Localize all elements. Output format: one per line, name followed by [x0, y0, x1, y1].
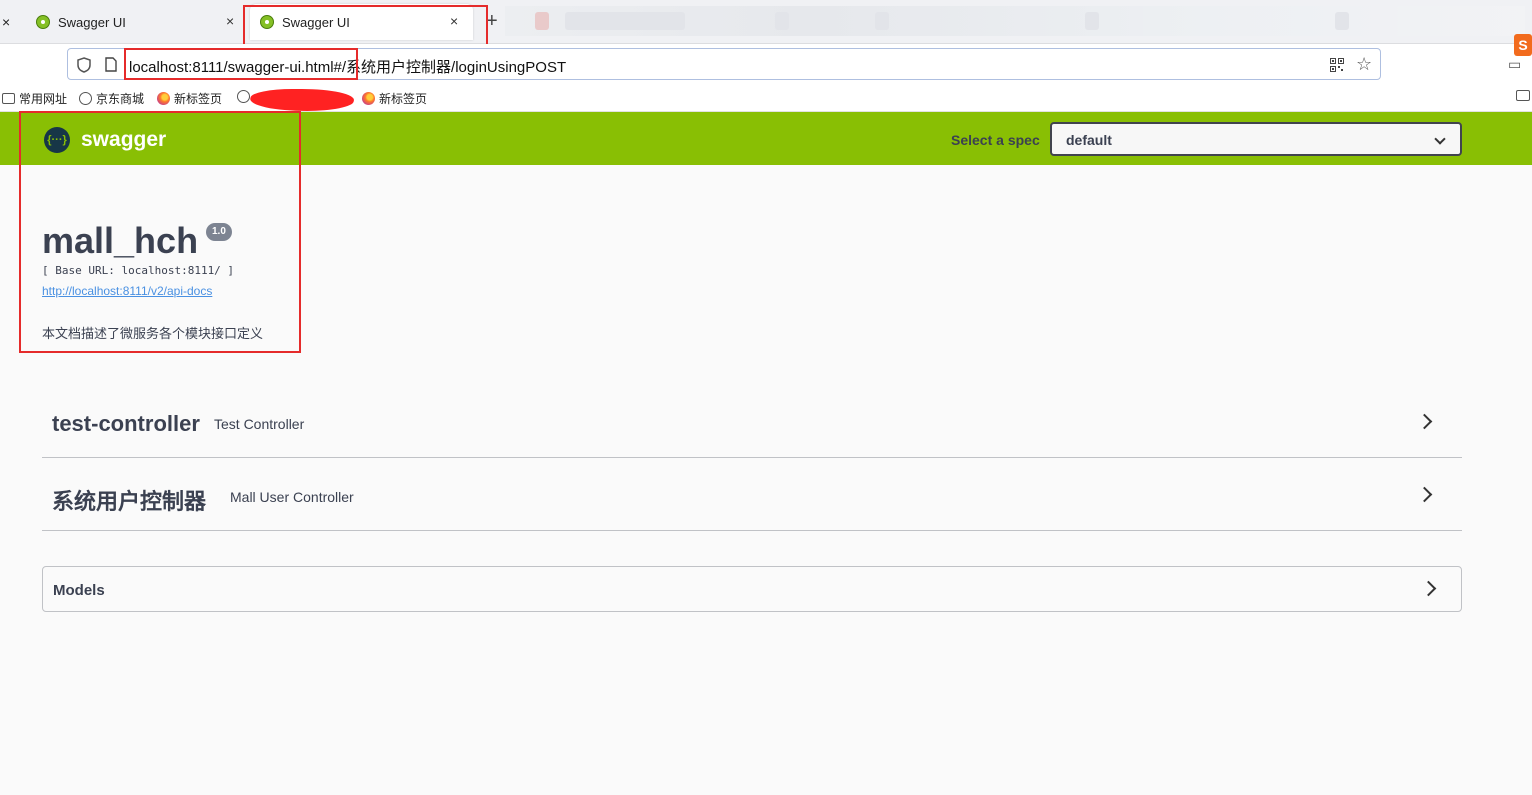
close-icon[interactable]: ×	[226, 13, 234, 29]
tab-swagger-1[interactable]: Swagger UI ×	[28, 4, 243, 40]
chevron-right-icon[interactable]	[1420, 580, 1437, 597]
swagger-favicon-icon	[36, 15, 50, 29]
models-label: Models	[53, 582, 105, 599]
bookmarks-bar: 常用网址 京东商城 新标签页 新标签页	[0, 84, 1532, 112]
bookmark-label: 新标签页	[174, 92, 223, 106]
tab-close-partial[interactable]: ×	[2, 4, 14, 40]
address-bar[interactable]: localhost:8111/swagger-ui.html#/系统用户控制器/…	[67, 48, 1381, 80]
tag-description: Mall User Controller	[230, 489, 354, 505]
url-text[interactable]: localhost:8111/swagger-ui.html#/系统用户控制器/…	[129, 56, 566, 77]
chevron-down-icon	[1434, 133, 1446, 145]
version-badge: 1.0	[206, 223, 232, 241]
firefox-icon	[157, 92, 170, 105]
tag-name: test-controller	[52, 411, 200, 436]
qr-code-icon[interactable]	[1330, 58, 1344, 72]
bookmark-item[interactable]: 新标签页	[157, 90, 222, 107]
tag-name: 系统用户控制器	[52, 489, 207, 514]
shield-icon[interactable]	[77, 57, 91, 73]
tab-title: Swagger UI	[282, 14, 350, 30]
base-url: [ Base URL: localhost:8111/ ]	[42, 264, 235, 277]
tag-description: Test Controller	[214, 416, 305, 432]
close-icon[interactable]: ×	[450, 13, 458, 29]
browser-tab-bar: × Swagger UI × Swagger UI × +	[0, 0, 1532, 44]
globe-icon	[237, 90, 250, 103]
chevron-right-icon[interactable]	[1416, 413, 1433, 430]
chevron-right-icon[interactable]	[1416, 486, 1433, 503]
spec-select-value: default	[1066, 132, 1112, 148]
tag-section-mall-user-controller[interactable]: 系统用户控制器 Mall User Controller	[42, 458, 1462, 531]
bookmark-label: 常用网址	[19, 92, 68, 106]
spec-select[interactable]: default	[1050, 122, 1462, 156]
new-tab-button[interactable]: +	[486, 10, 498, 32]
tab-swagger-2[interactable]: Swagger UI ×	[250, 4, 473, 40]
api-description: 本文档描述了微服务各个模块接口定义	[42, 326, 264, 341]
folder-icon	[2, 93, 15, 104]
api-title: mall_hch	[42, 220, 199, 261]
tab-title: Swagger UI	[58, 14, 126, 30]
address-row: localhost:8111/swagger-ui.html#/系统用户控制器/…	[0, 44, 1532, 84]
sogou-logo-icon[interactable]: S	[1514, 34, 1532, 56]
blurred-tabs	[505, 6, 1525, 36]
folder-icon[interactable]	[1516, 90, 1530, 101]
tag-section-test-controller[interactable]: test-controller Test Controller	[42, 385, 1462, 458]
close-icon[interactable]: ×	[2, 14, 10, 30]
spec-label: Select a spec	[951, 132, 1040, 148]
firefox-icon	[362, 92, 375, 105]
bookmark-item[interactable]: 新标签页	[362, 90, 427, 107]
models-section[interactable]: Models	[42, 566, 1462, 612]
sidebar-toggle-icon[interactable]: ▭	[1508, 56, 1521, 73]
api-docs-link[interactable]: http://localhost:8111/v2/api-docs	[42, 284, 212, 298]
page-icon[interactable]	[105, 57, 117, 72]
swagger-topbar: {···} swagger Select a spec default	[0, 112, 1532, 165]
bookmark-item[interactable]: 京东商城	[79, 90, 144, 107]
swagger-logo-icon[interactable]: {···}	[44, 127, 70, 153]
globe-icon	[79, 92, 92, 105]
bookmark-label: 京东商城	[96, 92, 145, 106]
bookmark-star-icon[interactable]: ☆	[1356, 54, 1372, 75]
bookmark-label: 新标签页	[379, 92, 428, 106]
bookmark-item[interactable]: 常用网址	[2, 90, 67, 107]
swagger-brand[interactable]: swagger	[81, 128, 166, 152]
swagger-favicon-icon	[260, 15, 274, 29]
